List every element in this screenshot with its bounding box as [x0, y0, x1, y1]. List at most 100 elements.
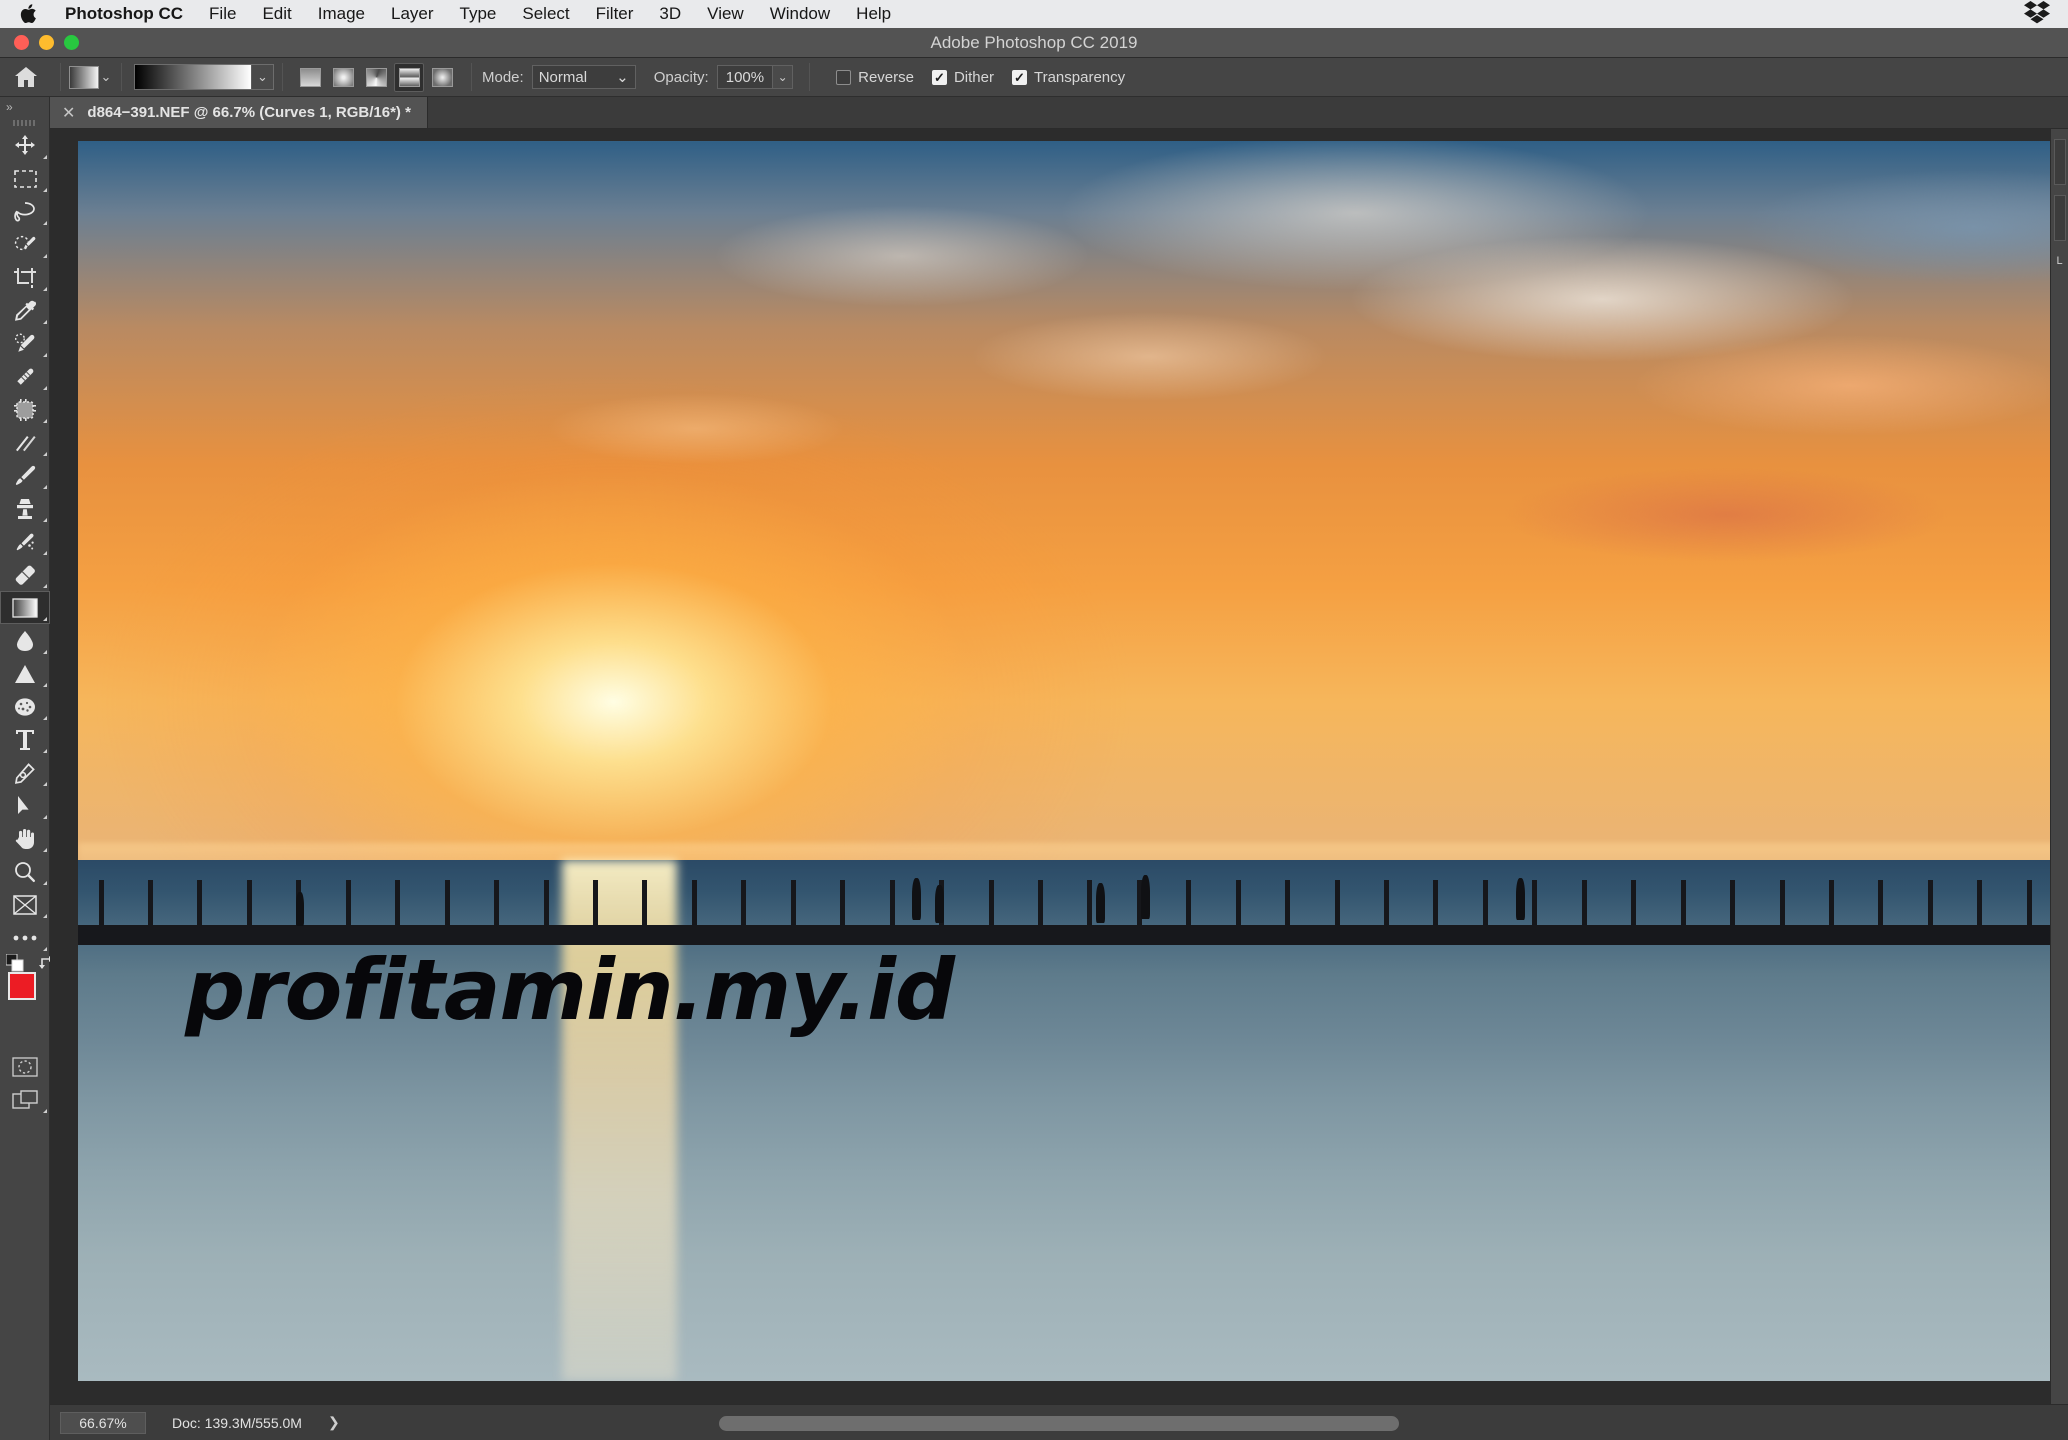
document-info: Doc: 139.3M/555.0M: [172, 1414, 302, 1431]
diamond-gradient-button[interactable]: [427, 63, 457, 92]
move-tool[interactable]: [0, 129, 50, 162]
eraser-tool[interactable]: [0, 558, 50, 591]
frame-tool[interactable]: [0, 888, 50, 921]
chevron-down-icon: ⌄: [616, 69, 629, 86]
checkbox-box[interactable]: [931, 69, 947, 85]
document-tab-title: d864−391.NEF @ 66.7% (Curves 1, RGB/16*)…: [87, 104, 411, 121]
menu-edit[interactable]: Edit: [249, 0, 304, 28]
divider: [471, 63, 472, 91]
type-tool[interactable]: [0, 723, 50, 756]
gradient-picker[interactable]: ⌄: [134, 64, 274, 90]
red-eye-tool[interactable]: [0, 426, 50, 459]
checkbox-box[interactable]: [836, 69, 852, 85]
divider: [282, 63, 283, 91]
person-silhouette: [296, 892, 305, 927]
panel-tab-2[interactable]: [2053, 195, 2066, 241]
color-swatches: [0, 953, 53, 1032]
transparency-checkbox[interactable]: Transparency: [1011, 68, 1126, 86]
menu-3d[interactable]: 3D: [646, 0, 694, 28]
reverse-checkbox[interactable]: Reverse: [836, 69, 914, 86]
zoom-tool[interactable]: [0, 855, 50, 888]
opacity-label: Opacity:: [653, 68, 709, 86]
checkbox-box[interactable]: [1011, 69, 1027, 85]
panel-label: L: [2056, 255, 2063, 267]
maximize-window-button[interactable]: [64, 35, 79, 50]
brush-tool[interactable]: [0, 459, 50, 492]
gradient-tool[interactable]: [0, 591, 50, 624]
reverse-label: Reverse: [858, 68, 914, 86]
clone-stamp-tool[interactable]: [0, 492, 50, 525]
quick-selection-tool[interactable]: [0, 228, 50, 261]
apple-logo-icon[interactable]: [18, 3, 40, 25]
horizontal-scrollbar[interactable]: [719, 1416, 1399, 1431]
crop-tool[interactable]: [0, 261, 50, 294]
pen-tool[interactable]: [0, 756, 50, 789]
spot-healing-brush-tool[interactable]: [0, 327, 50, 360]
menu-file[interactable]: File: [196, 0, 249, 28]
divider: [121, 63, 122, 91]
menu-help[interactable]: Help: [843, 0, 904, 28]
zoom-level-field[interactable]: 66.67%: [60, 1411, 146, 1434]
blend-mode-value: Normal: [538, 68, 588, 86]
dodge-tool[interactable]: [0, 657, 50, 690]
chevron-double-right-icon[interactable]: »: [0, 97, 49, 117]
content-aware-move-tool[interactable]: [0, 393, 50, 426]
menu-type[interactable]: Type: [447, 0, 510, 28]
close-window-button[interactable]: [14, 35, 29, 50]
lasso-tool[interactable]: [0, 195, 50, 228]
menu-photoshop-cc[interactable]: Photoshop CC: [52, 0, 196, 28]
menu-layer[interactable]: Layer: [378, 0, 447, 28]
person-silhouette: [934, 885, 944, 923]
gradient-type-buttons: [295, 62, 457, 92]
panel-grip[interactable]: [0, 117, 49, 129]
sponge-tool[interactable]: [0, 690, 50, 723]
edit-toolbar-ellipsis-icon[interactable]: [0, 921, 50, 954]
history-brush-tool[interactable]: [0, 525, 50, 558]
foreground-color-swatch[interactable]: [8, 972, 36, 1000]
chevron-down-icon[interactable]: ⌄: [773, 65, 794, 89]
menu-filter[interactable]: Filter: [583, 0, 647, 28]
rectangular-marquee-tool[interactable]: [0, 162, 50, 195]
menu-image[interactable]: Image: [305, 0, 378, 28]
reflected-gradient-button[interactable]: [394, 62, 424, 92]
eyedropper-tool[interactable]: [0, 294, 50, 327]
gradient-preview[interactable]: [135, 65, 251, 89]
chevron-down-icon[interactable]: ⌄: [99, 69, 113, 85]
radial-gradient-button[interactable]: [328, 63, 358, 92]
document-image[interactable]: profitamin.my.id: [78, 141, 2068, 1381]
quick-mask-button[interactable]: [0, 1050, 50, 1083]
angle-gradient-button[interactable]: [361, 63, 391, 92]
window-title: Adobe Photoshop CC 2019: [930, 32, 1138, 52]
tool-options-bar: ⌄ ⌄ Mode: Normal ⌄ Opacity: 100% ⌄ Rever…: [0, 58, 2068, 97]
screen-mode-button[interactable]: [0, 1083, 50, 1116]
person-silhouette: [912, 877, 922, 920]
dropbox-icon[interactable]: [2024, 0, 2050, 29]
chevron-down-icon[interactable]: ⌄: [251, 65, 273, 89]
patch-tool[interactable]: [0, 360, 50, 393]
chevron-right-icon[interactable]: ❯: [328, 1414, 340, 1431]
dither-label: Dither: [953, 68, 994, 86]
tools-panel: »: [0, 97, 53, 1440]
minimize-window-button[interactable]: [39, 35, 54, 50]
home-icon[interactable]: [0, 58, 52, 97]
canvas-area[interactable]: profitamin.my.id: [50, 129, 2068, 1404]
watermark-text: profitamin.my.id: [185, 940, 955, 1039]
person-silhouette: [1095, 882, 1105, 923]
close-icon[interactable]: ✕: [62, 103, 75, 123]
menu-select[interactable]: Select: [509, 0, 582, 28]
right-panel-dock[interactable]: L: [2050, 129, 2068, 1404]
menu-view[interactable]: View: [694, 0, 757, 28]
blur-tool[interactable]: [0, 624, 50, 657]
path-selection-tool[interactable]: [0, 789, 50, 822]
menu-window[interactable]: Window: [757, 0, 843, 28]
blend-mode-select[interactable]: Normal ⌄: [531, 65, 636, 89]
opacity-value[interactable]: 100%: [716, 65, 774, 89]
linear-gradient-button[interactable]: [295, 63, 325, 92]
panel-tab-1[interactable]: [2053, 139, 2066, 185]
dither-checkbox[interactable]: Dither: [931, 68, 994, 86]
gradient-preset-swatch[interactable]: [69, 65, 99, 89]
hand-tool[interactable]: [0, 822, 50, 855]
mode-label: Mode:: [482, 68, 524, 86]
document-tab[interactable]: ✕ d864−391.NEF @ 66.7% (Curves 1, RGB/16…: [50, 97, 428, 128]
transparency-label: Transparency: [1033, 68, 1126, 86]
